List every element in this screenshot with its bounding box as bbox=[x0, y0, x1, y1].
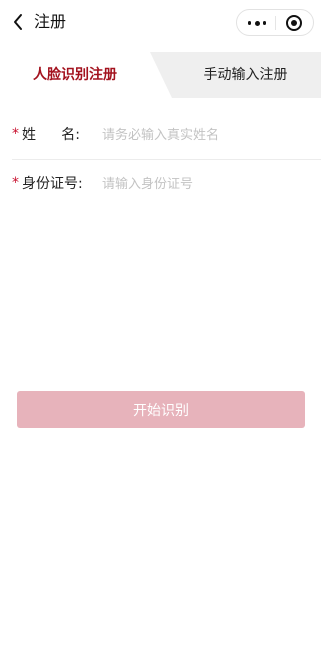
start-recognition-button[interactable]: 开始识别 bbox=[17, 391, 305, 428]
capsule-divider bbox=[275, 16, 276, 30]
id-number-input[interactable] bbox=[102, 171, 307, 197]
required-mark: * bbox=[12, 126, 19, 142]
page-title: 注册 bbox=[34, 12, 67, 31]
name-row: * 姓 名: bbox=[0, 111, 321, 159]
name-label: 姓 名: bbox=[22, 126, 80, 144]
register-mode-tabs: 人脸识别注册 手动输入注册 bbox=[0, 52, 321, 98]
tab-face-recognition[interactable]: 人脸识别注册 bbox=[0, 52, 150, 98]
mini-program-capsule bbox=[236, 9, 314, 36]
name-input[interactable] bbox=[102, 122, 307, 148]
tab-manual-input[interactable]: 手动输入注册 bbox=[170, 52, 321, 98]
navigation-bar: 注册 bbox=[0, 0, 321, 44]
id-number-label: 身份证号: bbox=[22, 176, 83, 192]
target-circle-icon[interactable] bbox=[286, 15, 302, 31]
more-dots-icon[interactable] bbox=[245, 16, 269, 30]
name-label-char-2: 名: bbox=[61, 127, 80, 143]
required-mark: * bbox=[12, 175, 19, 191]
chevron-left-icon[interactable] bbox=[8, 12, 28, 32]
name-label-char-1: 姓 bbox=[22, 127, 36, 143]
id-number-row: * 身份证号: bbox=[0, 160, 321, 208]
